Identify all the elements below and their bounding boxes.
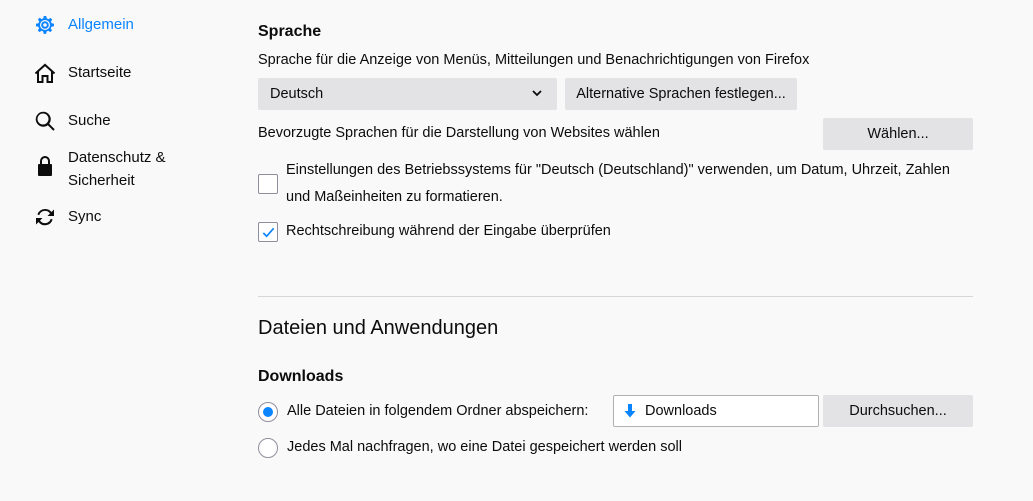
sync-icon [33,205,57,229]
language-description: Sprache für die Anzeige von Menüs, Mitte… [258,52,810,68]
sidebar-item-home[interactable]: Startseite [33,61,131,85]
download-folder-value: Downloads [645,403,717,419]
download-arrow-icon [622,403,638,419]
browse-button[interactable]: Durchsuchen... [823,395,973,427]
radio-selected-dot [263,407,273,417]
home-icon [33,61,57,85]
alternative-languages-button[interactable]: Alternative Sprachen festlegen... [565,78,797,110]
sidebar-item-label: Suche [68,112,111,129]
language-select-value: Deutsch [270,86,324,102]
sidebar-item-label: Allgemein [68,16,134,33]
section-divider [258,296,973,297]
spellcheck-label: Rechtschreibung während der Eingabe über… [286,223,611,239]
search-icon [33,109,57,133]
os-settings-label-line2: und Maßeinheiten zu formatieren. [286,189,503,205]
spellcheck-checkbox[interactable] [258,222,278,242]
download-folder-field[interactable]: Downloads [613,395,819,427]
chevron-down-icon [531,87,543,99]
language-heading: Sprache [258,23,322,40]
sidebar: Allgemein Startseite Suche Datenschutz &… [0,0,230,501]
sidebar-item-privacy[interactable]: Datenschutz & Sicherheit [33,146,188,192]
save-all-label: Alle Dateien in folgendem Ordner abspeic… [287,403,589,419]
downloads-heading: Downloads [258,368,344,385]
sidebar-item-search[interactable]: Suche [33,109,111,133]
sidebar-item-label: Datenschutz & Sicherheit [68,149,166,189]
lock-icon [33,154,57,178]
language-select[interactable]: Deutsch [258,78,557,110]
sidebar-item-general[interactable]: Allgemein [33,13,134,37]
gear-icon [33,13,57,37]
sidebar-item-sync[interactable]: Sync [33,205,101,229]
os-settings-checkbox[interactable] [258,174,278,194]
files-section-title: Dateien und Anwendungen [258,317,499,339]
save-all-radio[interactable] [258,402,278,422]
ask-radio[interactable] [258,438,278,458]
choose-languages-button[interactable]: Wählen... [823,118,973,150]
ask-label: Jedes Mal nachfragen, wo eine Datei gesp… [287,439,682,455]
sidebar-item-label: Startseite [68,64,132,81]
preferred-languages-label: Bevorzugte Sprachen für die Darstellung … [258,125,660,141]
os-settings-label-line1: Einstellungen des Betriebssystems für "D… [286,162,950,178]
sidebar-item-label: Sync [68,208,102,225]
checkmark-icon [262,227,275,238]
main-content: Sprache Sprache für die Anzeige von Menü… [258,0,973,501]
